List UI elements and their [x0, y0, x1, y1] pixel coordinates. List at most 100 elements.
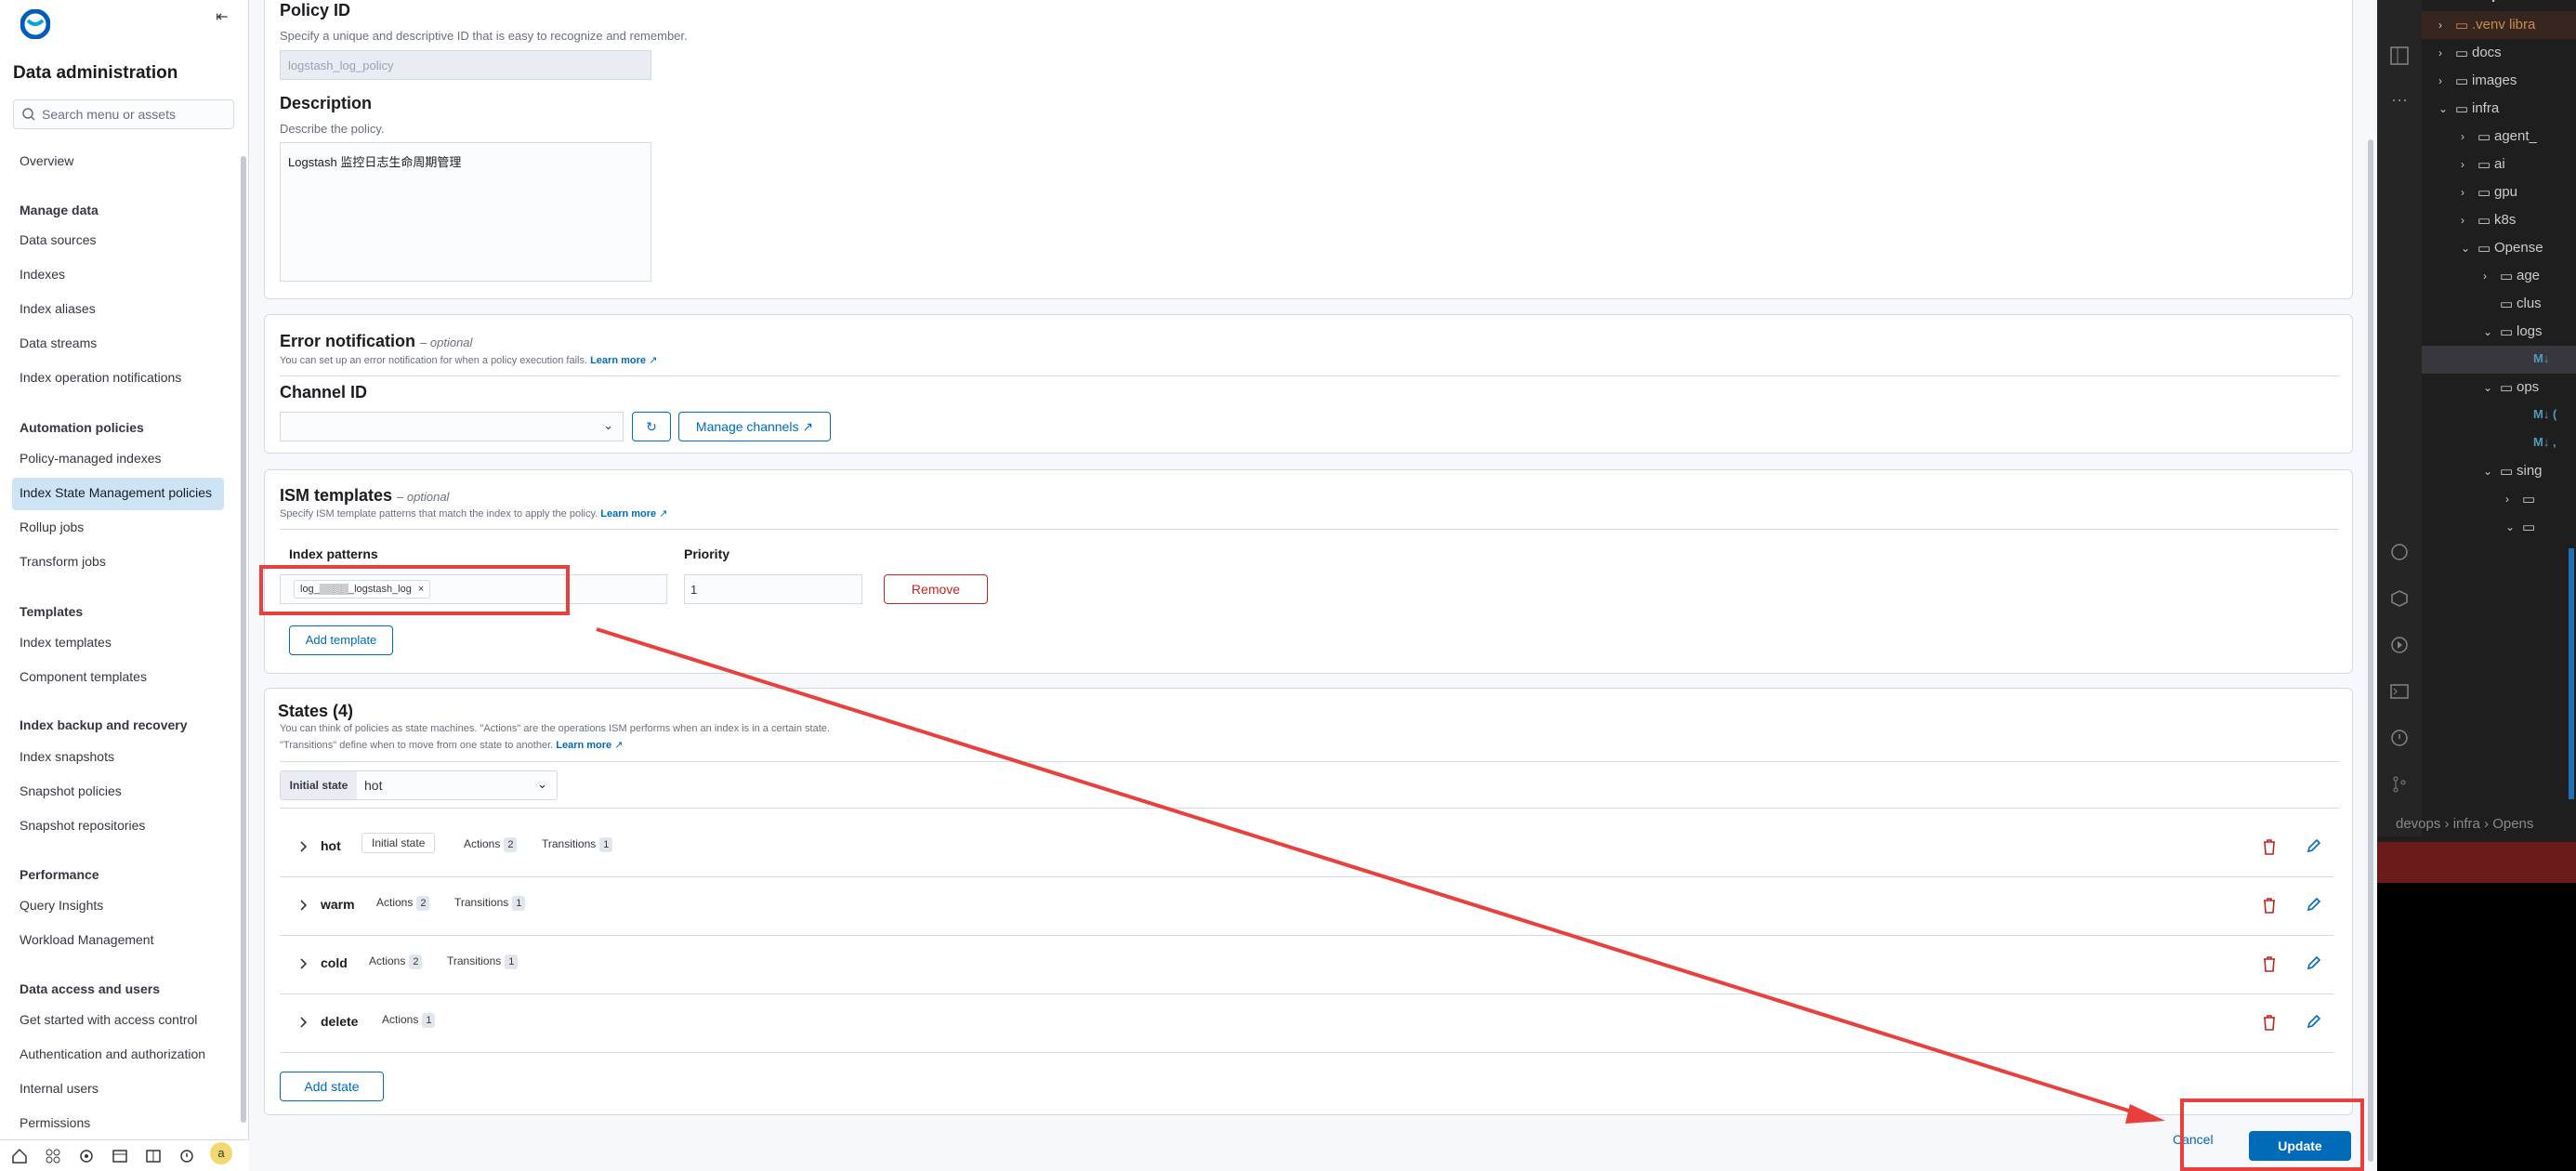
nav-ism-policies[interactable]: Index State Management policies: [20, 485, 218, 500]
add-template-button[interactable]: Add template: [289, 625, 393, 655]
learn-more-link[interactable]: Learn more: [556, 740, 611, 751]
learn-more-link[interactable]: Learn more: [590, 355, 646, 366]
nav-transform-jobs[interactable]: Transform jobs: [20, 554, 106, 569]
warning-icon[interactable]: [2388, 727, 2411, 749]
nav-internal-users[interactable]: Internal users: [20, 1081, 99, 1096]
nav-policy-managed-indexes[interactable]: Policy-managed indexes: [20, 451, 162, 466]
nav-snapshot-policies[interactable]: Snapshot policies: [20, 783, 122, 798]
main-scrollbar[interactable]: [2368, 139, 2373, 1162]
chevron-right-icon[interactable]: [295, 837, 313, 856]
dashboard-icon[interactable]: [145, 1148, 162, 1164]
tree-item-devops[interactable]: devops: [2422, 0, 2576, 9]
state-row-hot[interactable]: hot Initial state Actions 2 Transitions 1: [280, 819, 2333, 877]
trash-icon[interactable]: [2261, 837, 2278, 856]
divider: [280, 808, 2339, 809]
tree-item-images[interactable]: › ▭ images: [2422, 67, 2576, 95]
nav-snapshot-repositories[interactable]: Snapshot repositories: [20, 818, 145, 833]
chevron-right-icon[interactable]: [295, 1013, 313, 1032]
apps-icon[interactable]: [45, 1148, 61, 1164]
nav-scrollbar[interactable]: [241, 156, 246, 1123]
layout-icon[interactable]: [2388, 45, 2411, 67]
terminal-icon[interactable]: [2388, 680, 2411, 703]
python-icon[interactable]: [2388, 541, 2411, 563]
tree-item-agent[interactable]: › ▭ agent_: [2422, 123, 2576, 151]
add-state-button[interactable]: Add state: [280, 1072, 384, 1101]
tree-item-k8s[interactable]: › ▭ k8s: [2422, 206, 2576, 234]
help-icon[interactable]: [178, 1148, 195, 1164]
gear-icon[interactable]: [78, 1148, 95, 1164]
ism-templates-help-text: Specify ISM template patterns that match…: [280, 508, 598, 520]
nav-index-aliases[interactable]: Index aliases: [20, 301, 96, 316]
run-icon[interactable]: [2388, 634, 2411, 656]
nav-indexes[interactable]: Indexes: [20, 267, 65, 282]
tree-item-sub[interactable]: › ▭: [2422, 485, 2576, 513]
tree-item-md[interactable]: M↓ ,: [2422, 429, 2576, 457]
state-row-delete[interactable]: delete Actions 1: [280, 994, 2333, 1053]
tree-item-age[interactable]: › ▭ age: [2422, 262, 2576, 290]
nav-search[interactable]: [13, 99, 234, 129]
package-icon[interactable]: [2388, 587, 2411, 610]
refresh-channels-button[interactable]: ↻: [632, 412, 671, 441]
trash-icon[interactable]: [2261, 1013, 2278, 1032]
learn-more-link[interactable]: Learn more: [600, 508, 656, 520]
avatar[interactable]: a: [210, 1142, 232, 1164]
tree-item-ai[interactable]: › ▭ ai: [2422, 151, 2576, 178]
state-row-warm[interactable]: warm Actions 2 Transitions 1: [280, 877, 2333, 936]
tree-item-md[interactable]: M↓ (: [2422, 401, 2576, 429]
actions-label: Actions: [376, 896, 414, 909]
tree-item-clus[interactable]: ▭ clus: [2422, 290, 2576, 318]
pencil-icon[interactable]: [2306, 837, 2322, 854]
folder-icon: ▭: [2522, 492, 2536, 507]
tree-item-md-selected[interactable]: M↓: [2422, 346, 2576, 374]
state-name: cold: [321, 955, 348, 970]
more-icon[interactable]: ⋯: [2388, 91, 2411, 113]
search-input[interactable]: [42, 100, 228, 128]
pencil-icon[interactable]: [2306, 954, 2322, 971]
description-textarea[interactable]: Logstash 监控日志生命周期管理: [280, 142, 651, 282]
nav-rollup-jobs[interactable]: Rollup jobs: [20, 520, 84, 534]
app-logo-icon[interactable]: [20, 9, 50, 39]
tree-item-infra[interactable]: ⌄ ▭ infra: [2422, 95, 2576, 123]
tree-item-ops[interactable]: ⌄ ▭ ops: [2422, 374, 2576, 401]
folder-icon: ▭: [2500, 324, 2514, 340]
nav-index-snapshots[interactable]: Index snapshots: [20, 749, 114, 764]
pencil-icon[interactable]: [2306, 1013, 2322, 1030]
chevron-down-icon: ⌄: [2461, 242, 2471, 255]
nav-index-operation-notifications[interactable]: Index operation notifications: [20, 370, 181, 385]
tree-item-venv[interactable]: › ▭ .venv libra: [2422, 11, 2576, 39]
nav-get-started-access[interactable]: Get started with access control: [20, 1012, 197, 1027]
tree-item-opensearch[interactable]: ⌄ ▭ Opense: [2422, 234, 2576, 262]
tree-item-logs[interactable]: ⌄ ▭ logs: [2422, 318, 2576, 346]
tree-item-sing[interactable]: ⌄ ▭ sing: [2422, 457, 2576, 485]
nav-workload-management[interactable]: Workload Management: [20, 932, 153, 947]
source-control-icon[interactable]: [2388, 773, 2411, 796]
nav-authn-authz[interactable]: Authentication and authorization: [20, 1046, 228, 1061]
nav-permissions[interactable]: Permissions: [20, 1115, 90, 1130]
manage-channels-button[interactable]: Manage channels ↗: [678, 412, 831, 441]
chevron-right-icon[interactable]: [295, 954, 313, 973]
nav-overview[interactable]: Overview: [20, 153, 73, 168]
trash-icon[interactable]: [2261, 954, 2278, 973]
collapse-nav-icon[interactable]: ⇤: [212, 7, 232, 28]
nav-data-sources[interactable]: Data sources: [20, 232, 96, 247]
console-icon[interactable]: [112, 1148, 128, 1164]
tree-item-sub[interactable]: ⌄ ▭: [2422, 513, 2576, 541]
state-row-cold[interactable]: cold Actions 2 Transitions 1: [280, 936, 2333, 994]
pencil-icon[interactable]: [2306, 896, 2322, 913]
initial-state-select[interactable]: Initial state hot ⌄: [280, 770, 558, 800]
priority-input[interactable]: 1: [684, 574, 862, 604]
trash-icon[interactable]: [2261, 896, 2278, 914]
folder-icon: ▭: [2522, 520, 2536, 535]
nav-query-insights[interactable]: Query Insights: [20, 898, 103, 913]
tree-item-gpu[interactable]: › ▭ gpu: [2422, 178, 2576, 206]
nav-component-templates[interactable]: Component templates: [20, 669, 147, 684]
states-help-line2-text: "Transitions" define when to move from o…: [280, 740, 554, 751]
channel-id-select[interactable]: ⌄: [280, 412, 624, 441]
nav-data-streams[interactable]: Data streams: [20, 336, 97, 350]
channel-id-label: Channel ID: [280, 383, 368, 401]
chevron-right-icon[interactable]: [295, 896, 313, 914]
remove-template-button[interactable]: Remove: [884, 574, 988, 604]
nav-index-templates[interactable]: Index templates: [20, 635, 112, 650]
tree-item-docs[interactable]: › ▭ docs: [2422, 39, 2576, 67]
home-icon[interactable]: [11, 1148, 28, 1164]
